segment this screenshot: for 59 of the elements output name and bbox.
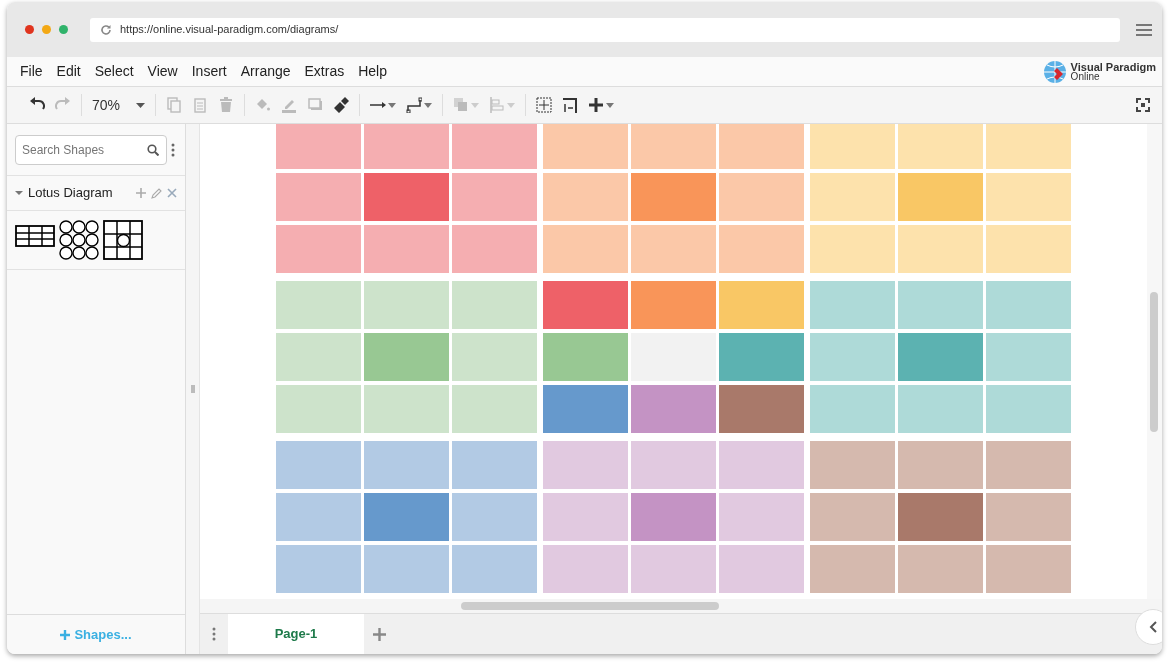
menu-item[interactable]: Extras [297, 61, 352, 82]
chevron-left-icon [1149, 621, 1157, 633]
fullscreen-icon[interactable] [1136, 98, 1150, 112]
menu-item[interactable]: Edit [49, 61, 88, 82]
menu-item[interactable]: Help [351, 61, 394, 82]
reload-icon[interactable] [100, 23, 112, 36]
splitter-handle-icon[interactable] [190, 385, 195, 393]
zoom-dropdown[interactable]: 70% [90, 94, 148, 116]
address-bar[interactable]: https://online.visual-paradigm.com/diagrams/ [90, 17, 1120, 42]
search-field[interactable]: Search Shapes [15, 134, 167, 165]
menu-item[interactable]: Arrange [233, 61, 298, 82]
elbow-connector-icon [406, 97, 423, 113]
layers-icon [453, 97, 470, 113]
caret-icon [424, 102, 433, 108]
caret-icon [606, 102, 615, 108]
plus-icon [60, 629, 71, 640]
url-text: https://online.visual-paradigm.com/diagrams/ [120, 22, 339, 38]
section-title[interactable]: Lotus Diagram [28, 183, 113, 203]
elbow-connector-button[interactable] [404, 94, 435, 116]
caret-icon [388, 102, 397, 108]
menu-item[interactable]: View [140, 61, 185, 82]
menu-icon[interactable] [1136, 23, 1152, 36]
caret-icon[interactable] [15, 189, 23, 197]
page-size-icon [562, 97, 579, 113]
align-icon [489, 97, 506, 113]
circle-grid-icon[interactable] [59, 220, 99, 260]
page-tab[interactable]: Page-1 [228, 614, 364, 654]
menu-item[interactable]: File [13, 61, 50, 82]
add-page-icon[interactable] [372, 627, 386, 641]
shadow-icon [307, 97, 324, 113]
close-icon[interactable] [167, 188, 177, 198]
maximize-window-dot[interactable] [59, 25, 68, 34]
select-all-button[interactable] [534, 94, 555, 116]
select-all-icon [536, 97, 553, 113]
grid-with-circle-icon[interactable] [103, 220, 143, 260]
caret-icon [471, 102, 480, 108]
menu-item[interactable]: Insert [184, 61, 234, 82]
app-logo[interactable]: Visual Paradigm Online [1042, 59, 1156, 84]
copy-icon [166, 97, 183, 113]
menu-item[interactable]: Select [87, 61, 141, 82]
pencil-line-icon [281, 97, 298, 113]
caret-icon [136, 102, 146, 108]
close-window-dot[interactable] [25, 25, 34, 34]
logo-subtext: Online [1070, 71, 1100, 82]
paint-bucket-icon [255, 97, 272, 113]
section-header[interactable]: Lotus Diagram [7, 176, 185, 211]
more-options-icon[interactable] [171, 142, 175, 157]
page-menu-icon[interactable] [212, 627, 216, 641]
vertical-scrollbar-thumb[interactable] [1150, 292, 1158, 432]
clipboard-icon [192, 97, 209, 113]
delete-icon [218, 97, 235, 113]
plus-icon [588, 97, 605, 113]
add-icon[interactable] [136, 188, 146, 198]
caret-icon [507, 102, 516, 108]
search-icon[interactable] [147, 143, 159, 156]
horizontal-scrollbar-thumb[interactable] [461, 602, 719, 610]
logo-text: Visual Paradigm [1070, 61, 1156, 72]
pencil-icon[interactable] [151, 187, 162, 199]
minimize-window-dot[interactable] [42, 25, 51, 34]
